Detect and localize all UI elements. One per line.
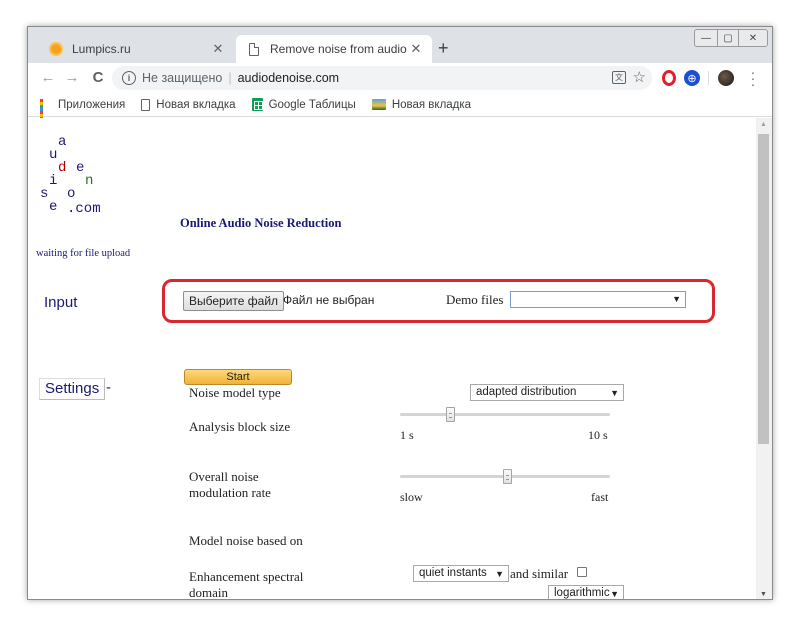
- minimize-button[interactable]: —: [694, 29, 718, 47]
- maximize-button[interactable]: ▢: [717, 29, 739, 47]
- url-text[interactable]: audiodenoise.com: [238, 71, 339, 85]
- logo-letter: a: [58, 134, 67, 150]
- modulation-max-label: fast: [591, 490, 609, 504]
- spectral-label-line2: domain: [189, 585, 228, 600]
- modulation-label-line2: modulation rate: [189, 485, 271, 500]
- file-status-text: Файл не выбран: [283, 293, 375, 307]
- model-based-select[interactable]: quiet instants ▼: [413, 565, 509, 582]
- tab-lumpics[interactable]: Lumpics.ru ✕: [38, 35, 234, 63]
- menu-kebab-icon[interactable]: · · ·: [748, 65, 758, 91]
- demo-files-label: Demo files: [446, 292, 504, 307]
- toolbar-divider: [708, 71, 709, 85]
- opera-extension-icon[interactable]: [662, 70, 676, 86]
- info-icon[interactable]: i: [122, 71, 136, 85]
- close-tab-icon[interactable]: ✕: [408, 41, 424, 57]
- bookmark-star-icon[interactable]: ☆: [633, 68, 646, 86]
- bookmark-new-tab-image[interactable]: Новая вкладка: [371, 98, 472, 111]
- logo-letter: .com: [67, 201, 101, 217]
- page-content: a u d e i n s o e .com Online Audio Nois…: [28, 118, 756, 600]
- settings-collapse-indicator: -: [106, 379, 111, 396]
- document-icon: [141, 98, 151, 111]
- slider-thumb[interactable]: [446, 407, 456, 422]
- new-tab-icon[interactable]: +: [438, 39, 449, 57]
- apps-grid-icon: [40, 98, 52, 126]
- settings-toggle-button[interactable]: Settings: [39, 378, 106, 400]
- bookmark-label: Новая вкладка: [156, 98, 236, 111]
- logo-letter: i: [49, 173, 58, 189]
- dropdown-arrow-icon: ▼: [610, 589, 619, 599]
- forward-arrow-icon[interactable]: →: [62, 68, 82, 88]
- block-size-max-label: 10 s: [588, 428, 608, 442]
- reload-icon[interactable]: C: [88, 68, 108, 88]
- translate-icon[interactable]: 文: [612, 71, 626, 84]
- model-based-value: quiet instants: [419, 567, 487, 579]
- profile-avatar-icon[interactable]: [718, 70, 734, 86]
- logo-letter: d: [58, 160, 67, 176]
- start-button[interactable]: Start: [184, 369, 292, 385]
- logo-letter: e: [49, 199, 58, 215]
- dropdown-arrow-icon: ▼: [610, 388, 619, 398]
- logo-letter: o: [67, 186, 76, 202]
- noise-model-select[interactable]: adapted distribution ▼: [470, 384, 624, 401]
- close-tab-icon[interactable]: ✕: [210, 41, 226, 57]
- security-label: Не защищено: [142, 71, 223, 85]
- scroll-up-arrow-icon[interactable]: ▲: [760, 121, 767, 128]
- lumpics-favicon-icon: [48, 41, 64, 57]
- vpn-extension-icon[interactable]: ⊕: [684, 70, 700, 86]
- image-icon: [371, 99, 386, 110]
- spectral-domain-select[interactable]: logarithmic ▼: [548, 585, 624, 599]
- modulation-slider[interactable]: [400, 469, 610, 485]
- tab-title: Remove noise from audio files o: [270, 42, 408, 56]
- bookmark-label: Новая вкладка: [391, 98, 472, 111]
- scroll-down-arrow-icon[interactable]: ▼: [760, 591, 767, 598]
- modulation-min-label: slow: [400, 490, 423, 504]
- bookmarks-bar: Приложения Новая вкладка Google Таблицы …: [28, 93, 772, 126]
- demo-files-select[interactable]: ▼: [510, 291, 686, 308]
- bookmark-label: Приложения: [58, 98, 126, 111]
- dropdown-arrow-icon: ▼: [495, 569, 504, 579]
- block-size-label: Analysis block size: [189, 419, 291, 434]
- back-arrow-icon[interactable]: ←: [38, 68, 58, 88]
- url-separator: |: [228, 71, 232, 85]
- logo-letter: s: [40, 186, 49, 202]
- spectral-label-line1: Enhancement spectral: [189, 569, 304, 584]
- browser-window: Lumpics.ru ✕ Remove noise from audio fil…: [27, 26, 773, 600]
- browser-toolbar: ← → C i Не защищено | audiodenoise.com 文…: [28, 63, 772, 93]
- document-favicon-icon: [246, 41, 262, 57]
- bookmark-label: Google Таблицы: [268, 98, 356, 111]
- tab-audiodenoise[interactable]: Remove noise from audio files o ✕: [236, 35, 432, 63]
- address-bar[interactable]: i Не защищено | audiodenoise.com 文 ☆: [112, 66, 652, 90]
- tab-strip: Lumpics.ru ✕ Remove noise from audio fil…: [28, 27, 772, 63]
- model-based-label: Model noise based on: [189, 533, 303, 548]
- choose-file-button[interactable]: Выберите файл: [183, 291, 285, 311]
- similar-checkbox[interactable]: [577, 567, 587, 577]
- bookmark-apps[interactable]: Приложения: [40, 98, 126, 126]
- slider-thumb[interactable]: [503, 469, 513, 484]
- page-scrollbar[interactable]: ▲ ▼: [756, 118, 772, 599]
- slider-track: [400, 413, 610, 416]
- modulation-label-line1: Overall noise: [189, 469, 259, 484]
- block-size-min-label: 1 s: [400, 428, 414, 442]
- input-section-label: Input: [44, 294, 78, 311]
- sheets-icon: [251, 98, 263, 111]
- upload-status: waiting for file upload: [36, 248, 131, 259]
- scrollbar-thumb[interactable]: [758, 134, 769, 444]
- logo-letter: u: [49, 147, 58, 163]
- similar-label: and similar: [510, 566, 569, 581]
- spectral-domain-value: logarithmic: [554, 587, 610, 599]
- dropdown-arrow-icon: ▼: [672, 294, 681, 304]
- noise-model-value: adapted distribution: [476, 386, 577, 398]
- block-size-slider[interactable]: [400, 407, 610, 423]
- bookmark-new-tab[interactable]: Новая вкладка: [141, 98, 236, 111]
- page-title: Online Audio Noise Reduction: [180, 216, 342, 230]
- close-window-button[interactable]: ✕: [738, 29, 768, 47]
- logo-letter: n: [85, 173, 94, 189]
- noise-model-label: Noise model type: [189, 385, 281, 400]
- bookmark-google-sheets[interactable]: Google Таблицы: [251, 98, 356, 111]
- tab-title: Lumpics.ru: [72, 42, 131, 56]
- logo-letter: e: [76, 160, 85, 176]
